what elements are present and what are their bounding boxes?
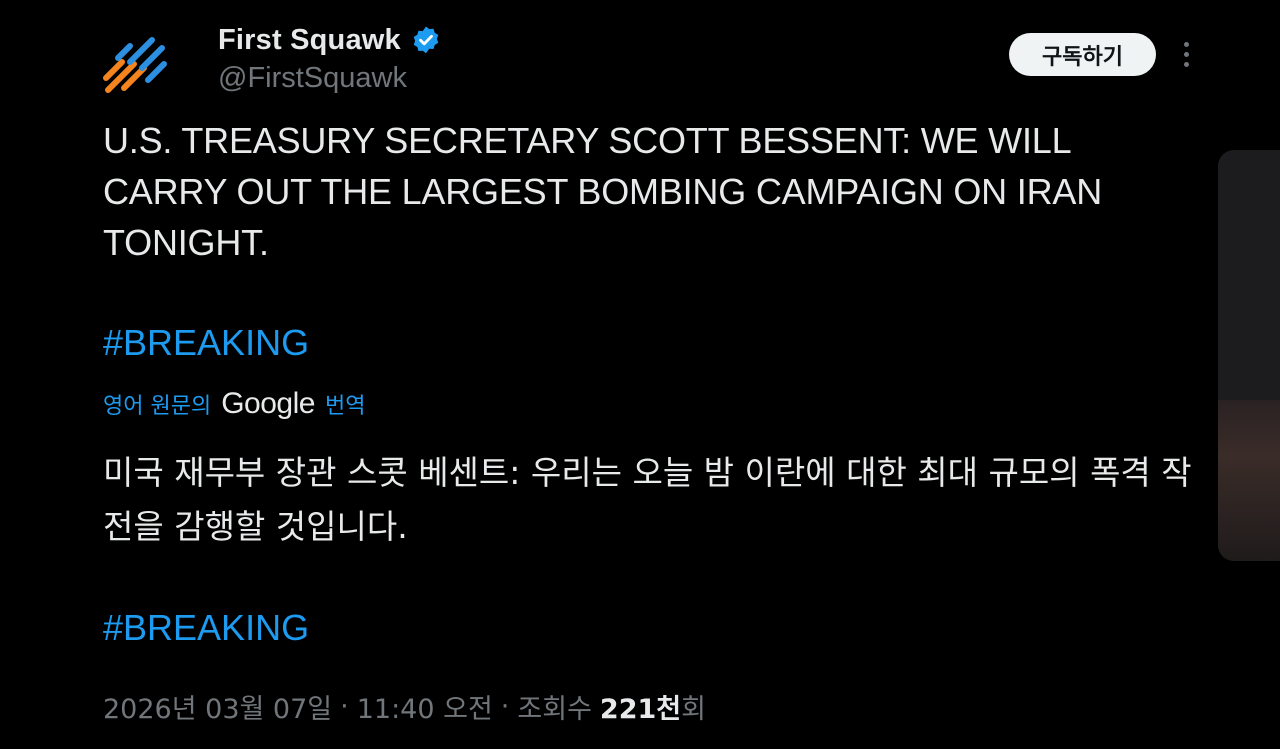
tweet-text: U.S. TREASURY SECRETARY SCOTT BESSENT: W…: [103, 120, 1102, 263]
author-display-name[interactable]: First Squawk: [218, 24, 401, 57]
views-suffix: 회: [681, 693, 706, 725]
more-dot: [1183, 61, 1189, 67]
firstsquawk-logo-icon: [103, 37, 167, 93]
tweet-date: 2026년 03월 07일: [103, 693, 333, 725]
translated-text: 미국 재무부 장관 스콧 베센트: 우리는 오늘 밤 이란에 대한 최대 규모의…: [103, 453, 1192, 546]
google-logo-text: Google: [221, 387, 315, 420]
side-media-card[interactable]: [1218, 150, 1280, 561]
tweet-meta: 2026년 03월 07일 · 11:40 오전 · 조회수 221천 회: [103, 684, 706, 728]
more-dot: [1183, 51, 1189, 57]
author-block[interactable]: First Squawk @FirstSquawk: [218, 22, 441, 95]
subscribe-button[interactable]: 구독하기: [1009, 33, 1156, 76]
hashtag-link[interactable]: #BREAKING: [103, 322, 309, 364]
translated-hashtag-link[interactable]: #BREAKING: [103, 607, 309, 649]
translation-suffix: 번역: [324, 394, 366, 419]
tweet-page: First Squawk @FirstSquawk 구독하기 U.S. TREA…: [0, 0, 1280, 749]
meta-separator: ·: [340, 690, 349, 722]
tweet-time[interactable]: 11:40 오전: [357, 687, 493, 726]
more-vertical-icon[interactable]: [1170, 38, 1202, 70]
more-dot: [1183, 41, 1189, 47]
translation-attribution[interactable]: 영어 원문의 Google 번역: [103, 384, 365, 424]
views-label: 조회수: [517, 693, 592, 725]
avatar[interactable]: [100, 28, 170, 98]
translation-prefix: 영어 원문의: [103, 394, 212, 419]
author-name-row: First Squawk: [218, 22, 441, 58]
meta-separator: ·: [500, 690, 510, 722]
views-count: 221천: [599, 693, 682, 725]
author-handle[interactable]: @FirstSquawk: [218, 62, 441, 95]
verified-badge-icon: [413, 26, 439, 54]
